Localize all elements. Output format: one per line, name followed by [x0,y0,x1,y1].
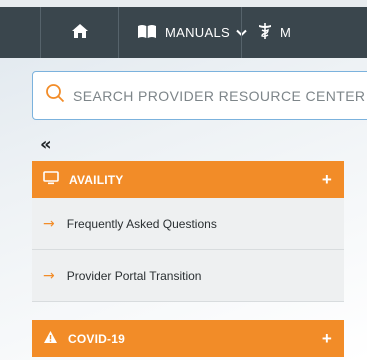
medical-label: M [280,25,292,40]
caduceus-icon [258,22,272,43]
manuals-label: MANUALS [165,25,230,40]
expand-plus-icon[interactable]: + [322,171,332,188]
availity-section-title: AVAILITY [69,172,124,187]
availity-section: AVAILITY + → Frequently Asked Questions … [32,161,344,302]
search-input[interactable] [73,87,367,104]
covid-section-title: COVID-19 [68,331,125,346]
search-bar[interactable] [32,71,367,120]
warning-icon [43,330,58,347]
monitor-icon [43,171,59,188]
expand-plus-icon[interactable]: + [322,330,332,347]
covid-section-header[interactable]: COVID-19 + [32,320,344,357]
medical-nav-item[interactable]: M [242,7,367,58]
manuals-nav-item[interactable]: MANUALS [119,7,247,58]
home-nav-item[interactable] [41,7,118,58]
top-nav: MANUALS M [0,0,367,58]
collapse-sidebar-icon[interactable]: « [40,136,52,154]
arrow-right-icon: → [43,215,55,232]
covid-section: COVID-19 + [32,320,344,357]
search-icon [45,83,65,108]
list-item-label: Frequently Asked Questions [66,216,217,231]
book-icon [137,24,157,42]
arrow-right-icon: → [43,267,55,284]
list-item-faq[interactable]: → Frequently Asked Questions [32,198,344,250]
home-icon [71,23,89,42]
availity-section-header[interactable]: AVAILITY + [32,161,344,198]
list-item-label: Provider Portal Transition [66,268,202,283]
list-item-portal-transition[interactable]: → Provider Portal Transition [32,250,344,302]
